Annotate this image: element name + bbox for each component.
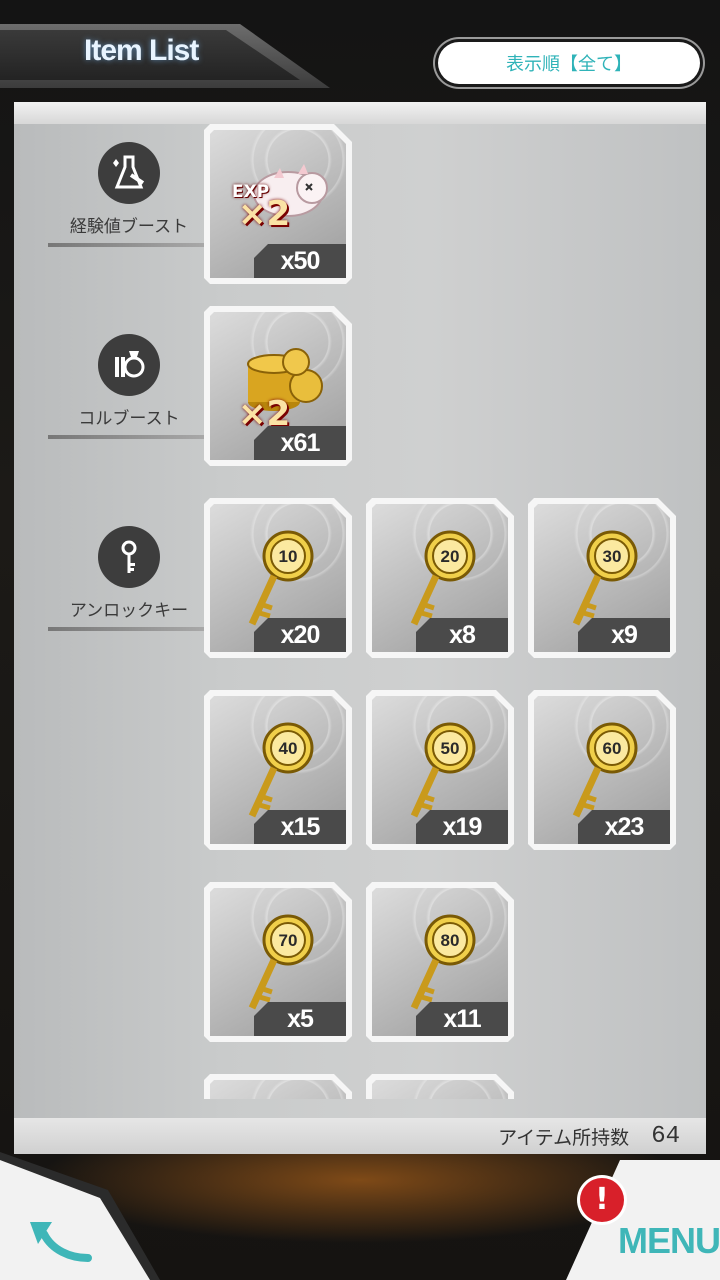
item-scroll-area[interactable]: 経験値ブースト コルブースト アンロックキー EXP ×2 x50 ×2 x61… — [14, 124, 706, 1099]
item-count: x11 — [416, 1002, 508, 1036]
item-card-key-80[interactable]: 80 x11 — [366, 882, 514, 1042]
owned-count-bar: アイテム所持数 64 — [14, 1118, 706, 1154]
item-count: x9 — [578, 618, 670, 652]
category-exp-boost: 経験値ブースト — [48, 142, 210, 247]
category-unlock-key: アンロックキー — [48, 526, 210, 631]
category-label: コルブースト — [78, 409, 180, 429]
item-card-key-60[interactable]: 60 x23 — [528, 690, 676, 850]
item-card-key-70[interactable]: 70 x5 — [204, 882, 352, 1042]
key-number: 50 — [441, 739, 460, 758]
category-label: アンロックキー — [69, 601, 189, 621]
menu-label[interactable]: MENU — [618, 1220, 720, 1262]
exp-boost-icon — [98, 142, 160, 204]
item-count: x8 — [416, 618, 508, 652]
item-card-col-boost[interactable]: ×2 x61 — [204, 306, 352, 466]
item-card-key-20[interactable]: 20 x8 — [366, 498, 514, 658]
card-background — [372, 1080, 508, 1099]
key-number: 70 — [279, 931, 298, 950]
item-count: x61 — [254, 426, 346, 460]
key-number: 80 — [441, 931, 460, 950]
item-card-key-10[interactable]: 10 x20 — [204, 498, 352, 658]
key-number: 20 — [441, 547, 460, 566]
item-count: x23 — [578, 810, 670, 844]
item-card-exp-boost[interactable]: EXP ×2 x50 — [204, 124, 352, 284]
key-number: 30 — [603, 547, 622, 566]
key-number: 40 — [279, 739, 298, 758]
category-col-boost: コルブースト — [48, 334, 210, 439]
back-button[interactable] — [26, 1214, 96, 1264]
item-count: x19 — [416, 810, 508, 844]
category-divider — [48, 435, 210, 439]
item-card-partial[interactable] — [366, 1074, 514, 1099]
back-arrow-icon — [30, 1222, 92, 1262]
item-count: x5 — [254, 1002, 346, 1036]
page-title: Item List — [84, 34, 199, 67]
category-divider — [48, 243, 210, 247]
sort-order-button[interactable]: 表示順【全て】 — [438, 42, 700, 84]
category-divider — [48, 627, 210, 631]
owned-count-value: 64 — [651, 1122, 680, 1150]
alert-badge: ! — [580, 1178, 624, 1222]
key-number: 60 — [603, 739, 622, 758]
card-background — [210, 1080, 346, 1099]
item-card-partial[interactable] — [204, 1074, 352, 1099]
exp-multiplier: ×2 — [238, 194, 291, 234]
key-number: 10 — [279, 547, 298, 566]
category-label: 経験値ブースト — [69, 217, 189, 237]
panel-top-bar — [14, 102, 706, 124]
owned-count-label: アイテム所持数 — [498, 1126, 630, 1149]
item-card-key-30[interactable]: 30 x9 — [528, 498, 676, 658]
item-card-key-50[interactable]: 50 x19 — [366, 690, 514, 850]
item-count: x15 — [254, 810, 346, 844]
item-count: x20 — [254, 618, 346, 652]
item-card-key-40[interactable]: 40 x15 — [204, 690, 352, 850]
item-count: x50 — [254, 244, 346, 278]
key-icon — [98, 526, 160, 588]
col-boost-icon — [98, 334, 160, 396]
